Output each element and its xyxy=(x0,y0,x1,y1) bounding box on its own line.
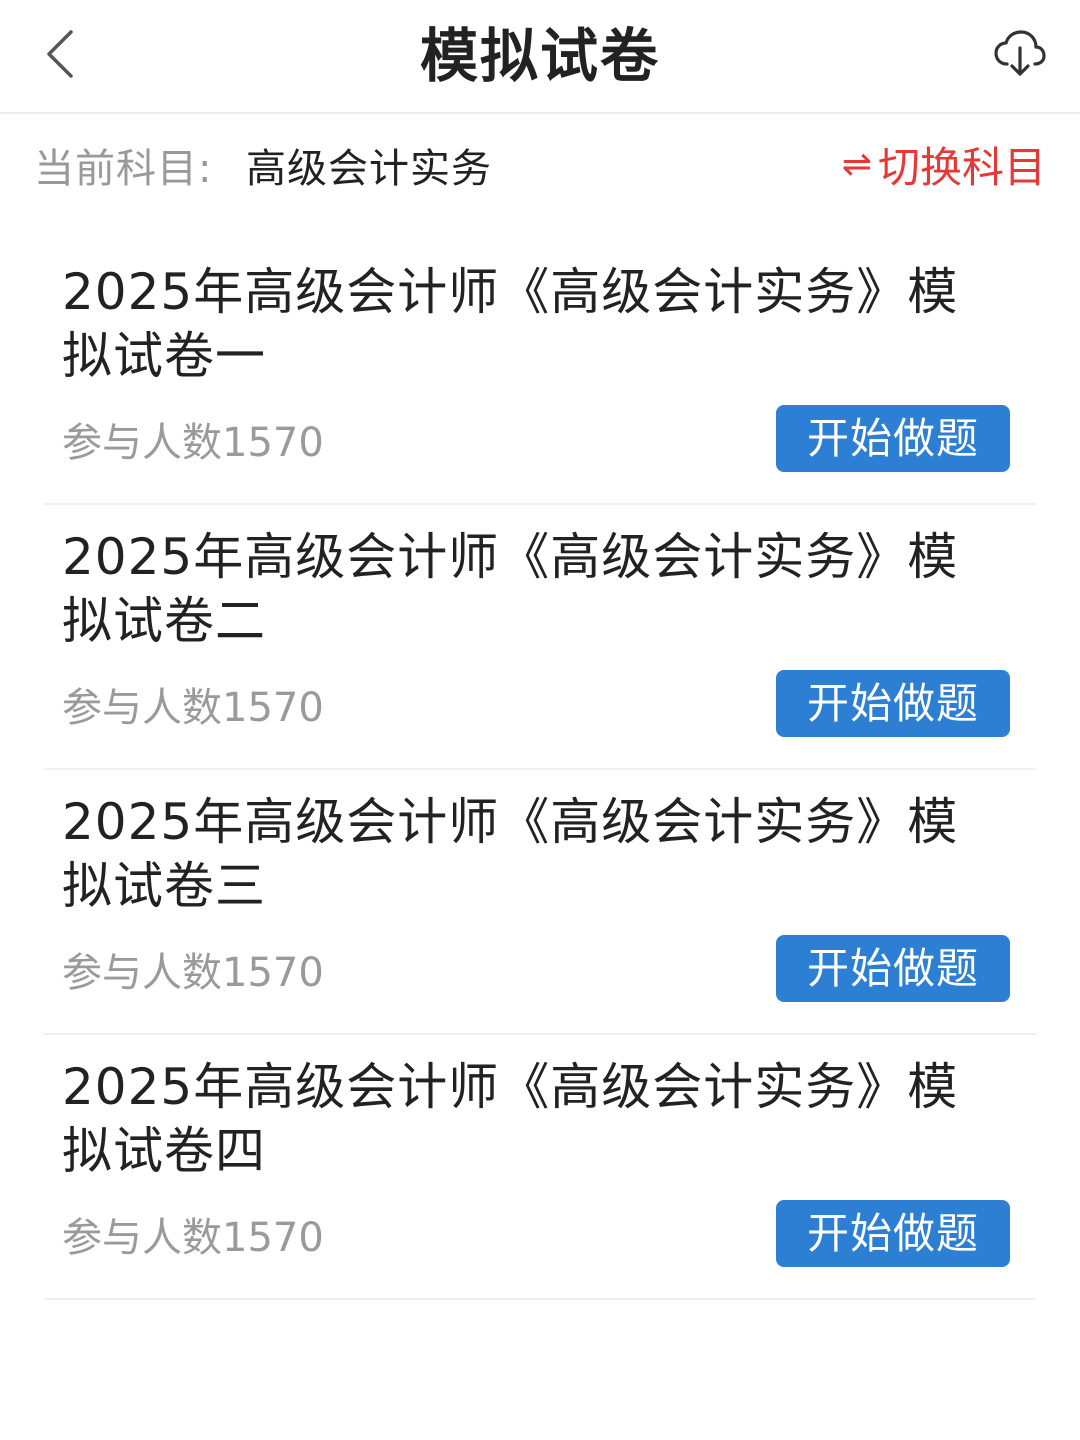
page: 模拟试卷 当前科目: 高级会计实务 ⇌ 切换科目 2025年高级会计师《高级会计… xyxy=(0,0,1080,1440)
exam-item: 2025年高级会计师《高级会计实务》模拟试卷三 参与人数1570 开始做题 xyxy=(44,770,1036,1035)
switch-subject-label: 切换科目 xyxy=(877,143,1046,192)
top-bar: 模拟试卷 xyxy=(0,0,1080,114)
start-exam-button[interactable]: 开始做题 xyxy=(776,405,1010,472)
page-title: 模拟试卷 xyxy=(419,22,660,90)
participant-count: 参与人数1570 xyxy=(62,1215,324,1261)
exam-title[interactable]: 2025年高级会计师《高级会计实务》模拟试卷三 xyxy=(62,790,992,918)
exam-item: 2025年高级会计师《高级会计实务》模拟试卷一 参与人数1570 开始做题 xyxy=(44,240,1036,505)
exam-item: 2025年高级会计师《高级会计实务》模拟试卷二 参与人数1570 开始做题 xyxy=(44,505,1036,770)
exam-list: 2025年高级会计师《高级会计实务》模拟试卷一 参与人数1570 开始做题 20… xyxy=(44,240,1036,1300)
start-exam-button[interactable]: 开始做题 xyxy=(776,935,1010,1002)
swap-arrows-icon: ⇌ xyxy=(841,144,872,185)
participant-count: 参与人数1570 xyxy=(62,420,324,466)
switch-subject-button[interactable]: ⇌ 切换科目 xyxy=(842,134,1046,195)
exam-item: 2025年高级会计师《高级会计实务》模拟试卷四 参与人数1570 开始做题 xyxy=(44,1035,1036,1300)
cloud-download-icon xyxy=(994,30,1046,76)
participant-count: 参与人数1570 xyxy=(62,950,324,996)
exam-title[interactable]: 2025年高级会计师《高级会计实务》模拟试卷一 xyxy=(62,260,992,388)
subject-row: 当前科目: 高级会计实务 ⇌ 切换科目 xyxy=(0,114,1080,210)
exam-title[interactable]: 2025年高级会计师《高级会计实务》模拟试卷二 xyxy=(62,525,992,653)
download-button[interactable] xyxy=(988,22,1052,86)
participant-count: 参与人数1570 xyxy=(62,685,324,731)
subject-label: 当前科目: xyxy=(34,146,213,192)
subject-value: 高级会计实务 xyxy=(246,146,492,192)
exam-title[interactable]: 2025年高级会计师《高级会计实务》模拟试卷四 xyxy=(62,1055,992,1183)
start-exam-button[interactable]: 开始做题 xyxy=(776,1200,1010,1267)
start-exam-button[interactable]: 开始做题 xyxy=(776,670,1010,737)
